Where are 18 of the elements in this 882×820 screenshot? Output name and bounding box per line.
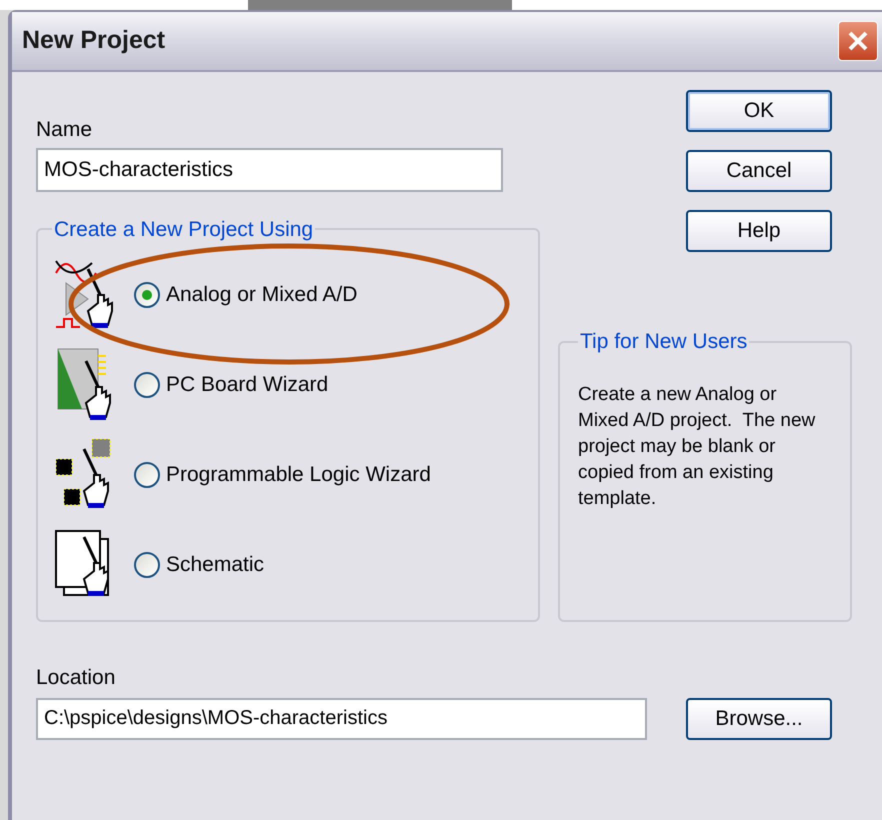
tip-title: Tip for New Users [579,329,748,355]
location-label: Location [36,665,116,691]
window-title: New Project [22,25,166,56]
close-button[interactable] [838,21,878,61]
dialog-button[interactable]: Help [686,210,832,252]
radio-option[interactable]: Schematic [134,549,264,581]
ok-button[interactable]: OK [686,90,832,132]
group-title: Create a New Project Using [53,216,314,242]
close-icon [847,30,869,52]
dialog-button[interactable]: Cancel [686,150,832,192]
browse-button[interactable]: Browse... [686,698,832,740]
radio-option[interactable]: Programmable Logic Wizard [134,459,431,491]
location-field[interactable]: C:\pspice\designs\MOS-characteristics [36,698,647,740]
name-label: Name [36,117,94,143]
radio-option[interactable]: PC Board Wizard [134,369,328,401]
tip-text: Create a new Analog or Mixed A/D project. The new project may be blank or copied from an existing template. [578,382,816,510]
name-field[interactable]: MOS-characteristics [36,148,503,192]
radio-option[interactable]: Analog or Mixed A/D [134,279,358,311]
